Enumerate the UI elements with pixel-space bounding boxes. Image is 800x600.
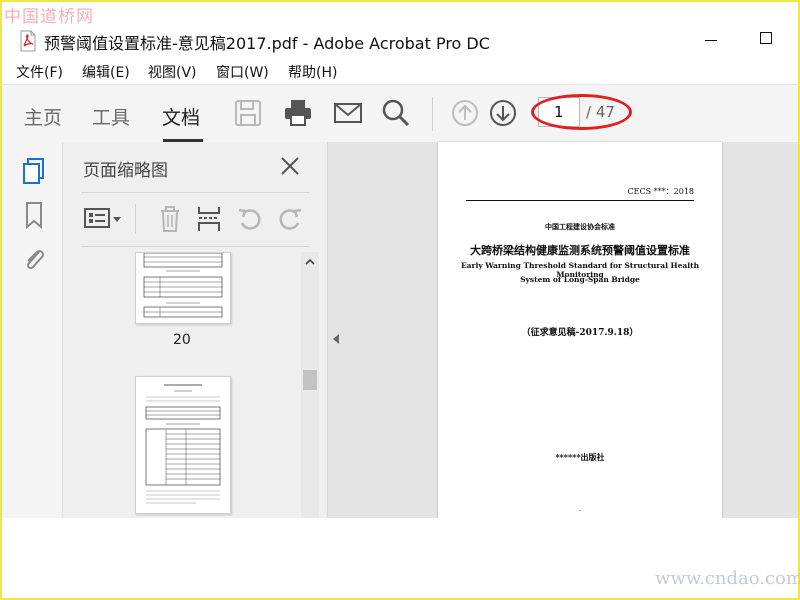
bookmark-icon[interactable] <box>20 200 48 230</box>
header-rule <box>466 200 694 201</box>
thumbnail-page-number: 20 <box>173 332 191 348</box>
standard-code: CECS ***：2018 <box>627 187 694 196</box>
page-up-icon[interactable] <box>449 97 481 129</box>
rotate-left-icon[interactable] <box>235 204 265 234</box>
menu-bar: 文件(F) 编辑(E) 视图(V) 窗口(W) 帮助(H) <box>2 60 798 82</box>
menu-view[interactable]: 视图(V) <box>148 62 197 82</box>
thumbnail-page-20-content <box>143 253 223 318</box>
collapse-panel-icon[interactable] <box>330 332 342 346</box>
document-title-en-line2: System of Long-Span Bridge <box>520 275 640 284</box>
tab-home[interactable]: 主页 <box>24 103 62 130</box>
panel-divider <box>81 192 309 193</box>
delete-icon[interactable] <box>155 204 185 234</box>
thumbnail-scrollbar[interactable] <box>301 252 319 518</box>
highlight-ellipse <box>531 94 632 130</box>
window-title: 预警阈值设置标准-意见稿2017.pdf - Adobe Acrobat Pro… <box>44 34 490 53</box>
tab-tools[interactable]: 工具 <box>92 103 130 130</box>
publisher-name: ******出版社 <box>555 452 605 462</box>
thumbnail-list: 20 <box>63 252 301 518</box>
maximize-button[interactable] <box>760 32 772 44</box>
options-icon[interactable] <box>83 204 123 234</box>
document-view: CECS ***：2018 中国工程建设协会标准 大跨桥梁结构健康监测系统预警阈… <box>328 142 798 518</box>
scroll-up-icon[interactable] <box>304 256 316 268</box>
left-navigation-bar <box>2 142 63 518</box>
panel-title: 页面缩略图 <box>83 161 168 181</box>
menu-edit[interactable]: 编辑(E) <box>82 62 130 82</box>
association-name: 中国工程建设协会标准 <box>545 222 615 231</box>
thumbnails-panel: 页面缩略图 20 <box>63 142 328 518</box>
close-icon[interactable] <box>278 154 302 178</box>
print-icon[interactable] <box>282 97 314 129</box>
page-footer-mark: · <box>578 507 582 515</box>
menu-help[interactable]: 帮助(H) <box>288 62 337 82</box>
draft-note: （征求意见稿-2017.9.18） <box>521 328 639 338</box>
toolbar: 主页 工具 文档 1 / 47 <box>2 84 798 144</box>
attachment-icon[interactable] <box>20 244 48 274</box>
menu-window[interactable]: 窗口(W) <box>216 62 269 82</box>
pdf-file-icon <box>20 30 36 52</box>
tab-document[interactable]: 文档 <box>162 103 200 130</box>
watermark-bottom: www.cndao.com <box>655 568 800 589</box>
menu-file[interactable]: 文件(F) <box>16 62 63 82</box>
save-icon[interactable] <box>232 97 264 129</box>
email-icon[interactable] <box>332 97 364 129</box>
document-title-cn: 大跨桥梁结构健康监测系统预警阈值设置标准 <box>470 244 690 257</box>
insert-page-icon[interactable] <box>195 204 225 234</box>
thumbnail-page-21-content <box>145 384 221 504</box>
rotate-right-icon[interactable] <box>275 204 305 234</box>
toolbar-separator <box>432 97 433 131</box>
title-bar: 预警阈值设置标准-意见稿2017.pdf - Adobe Acrobat Pro… <box>2 24 798 58</box>
panel-toolbar-separator <box>135 204 136 234</box>
pdf-page: CECS ***：2018 中国工程建设协会标准 大跨桥梁结构健康监测系统预警阈… <box>438 142 722 518</box>
page-thumbnails-icon[interactable] <box>20 156 48 186</box>
panel-divider <box>81 246 309 247</box>
scrollbar-thumb[interactable] <box>303 370 317 390</box>
search-icon[interactable] <box>380 97 412 129</box>
thumbnail-page-20[interactable] <box>135 252 231 324</box>
page-down-icon[interactable] <box>487 97 519 129</box>
minimize-button[interactable] <box>705 30 719 50</box>
thumbnail-page-21[interactable] <box>135 376 231 514</box>
